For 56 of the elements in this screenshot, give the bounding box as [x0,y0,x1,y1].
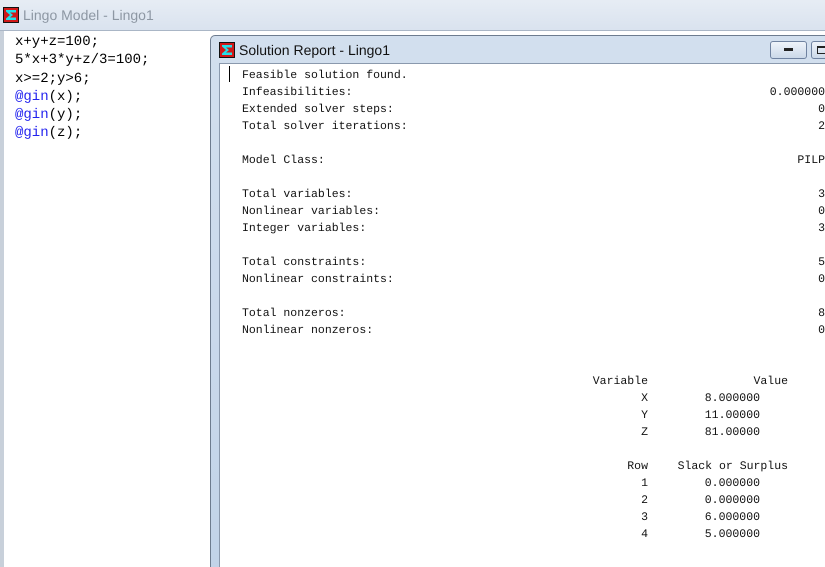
stat-label: Extended solver steps: [242,102,395,118]
column-header: Row [626,459,648,475]
stat-value: 0 [817,323,825,339]
code-line: 5*x+3*y+z/3=100; [15,51,150,70]
stat-value: 3 [817,187,825,203]
table-cell-text: 81.00000 [704,425,761,441]
stat-value: 0 [817,204,825,220]
code-line: x>=2;y>6; [15,70,92,88]
table-cell-text: X [640,391,648,407]
table-cell-text: 3 [640,510,648,526]
stat-value: 0 [817,102,825,118]
stat-label: Total constraints: [242,255,368,271]
table-cell-text: 0.000000 [704,493,761,509]
stat-value: 3 [817,221,825,237]
table-cell-text: 1 [640,476,648,492]
stat-value: PILP [796,153,825,169]
table-cell-text: 2 [640,493,648,509]
maximize-button[interactable] [811,40,825,58]
table-cell-text: 5.000000 [704,527,761,543]
table-cell-text: Z [640,425,648,441]
table-cell-text: 11.00000 [704,408,761,424]
minimize-icon [784,48,793,51]
minimize-button[interactable] [770,40,807,58]
stat-label: Infeasibilities: [242,85,354,101]
stat-label: Total nonzeros: [242,306,347,322]
table-cell-text: Y [640,408,648,424]
sigma-logo-icon [219,42,235,58]
code-line: @gin(z); [15,124,84,143]
column-header: Slack or Surplus [676,459,788,475]
stat-label: Integer variables: [242,221,368,237]
report-title: Solution Report - Lingo1 [239,42,391,58]
code-line: @gin(y); [15,106,84,124]
column-header: Variable [592,374,648,390]
code-line: x+y+z=100; [15,33,100,52]
code-line: @gin(x); [15,88,84,106]
table-cell-text: 4 [640,527,648,543]
sigma-logo-icon [3,7,19,23]
stat-label: Total variables: [242,187,354,203]
stat-label: Nonlinear variables: [242,204,382,220]
window-title: Lingo Model - Lingo1 [23,7,154,23]
stat-label: Total solver iterations: [242,119,409,135]
stat-label: Nonlinear nonzeros: [242,323,374,339]
column-header: Value [752,374,788,390]
stat-value: 2 [817,119,825,135]
table-cell-text: 8.000000 [704,391,761,407]
stat-value: 0.000000 [768,85,825,101]
stat-label: Model Class: [242,153,326,169]
table-cell-text: 0.000000 [704,476,761,492]
text-cursor [229,66,230,82]
stat-value: 8 [817,306,825,322]
stat-value: 5 [817,255,825,271]
maximize-icon [816,46,825,54]
status-message: Feasible solution found. [242,68,409,84]
stat-value: 0 [817,272,825,288]
stat-label: Nonlinear constraints: [242,272,395,288]
table-cell-text: 6.000000 [704,510,761,526]
